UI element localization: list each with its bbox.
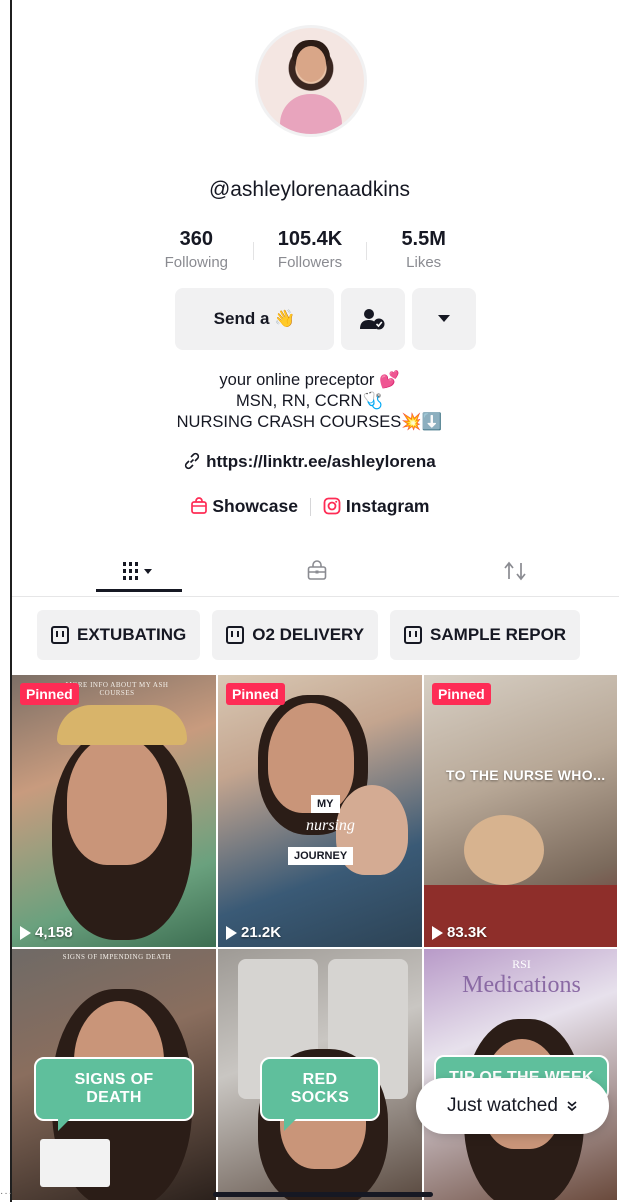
stat-value: 360: [179, 228, 214, 250]
video-person: [67, 735, 167, 865]
stat-label: Following: [164, 254, 229, 271]
double-chevron-down-icon: [567, 1101, 577, 1112]
just-watched-label: Just watched: [447, 1095, 558, 1116]
profile-actions: Send a 👋: [175, 288, 476, 350]
view-count: 83.3K: [432, 924, 487, 941]
avatar-shirt: [280, 94, 342, 134]
instagram-label: Instagram: [345, 496, 430, 516]
link-text: https://linktr.ee/ashleylorena: [206, 452, 436, 471]
person-check-icon: [360, 309, 385, 330]
profile-extra-links: Showcase Instagram: [0, 496, 619, 517]
comment-sticker: [40, 1139, 110, 1187]
playlist-icon: [404, 626, 423, 644]
avatar-face: [296, 46, 326, 82]
playlist-icon: [51, 626, 69, 644]
avatar[interactable]: [255, 25, 367, 137]
video-title: RSI Medications: [424, 957, 617, 999]
playlist-extubating[interactable]: EXTUBATING: [37, 610, 201, 660]
follow-status-button[interactable]: [341, 288, 405, 350]
video-title-small: RSI: [512, 957, 531, 971]
video-thumbnail[interactable]: TO THE NURSE WHO... Pinned 83.3K: [424, 675, 619, 949]
pinned-badge: Pinned: [226, 683, 285, 705]
playlist-label: SAMPLE REPOR: [430, 625, 567, 644]
tabs-divider: [12, 596, 619, 597]
video-title-large: Medications: [462, 972, 581, 998]
links-divider: [309, 497, 311, 516]
profile-bio: your online preceptor 💕 MSN, RN, CCRN🩺 N…: [0, 370, 619, 433]
showcase-link[interactable]: Showcase: [190, 496, 298, 517]
video-caption: SIGNS OF IMPENDING DEATH: [62, 953, 172, 961]
video-tag-script: nursing: [306, 817, 355, 834]
video-mannequin: [464, 815, 544, 885]
playlist-sample-report[interactable]: SAMPLE REPOR: [390, 610, 581, 660]
view-count-text: 4,158: [35, 924, 73, 941]
shopping-bag-icon: [190, 497, 207, 514]
pinned-badge: Pinned: [20, 683, 79, 705]
home-indicator: [213, 1192, 433, 1197]
playlist-label: EXTUBATING: [77, 625, 187, 644]
video-thumbnail[interactable]: RED SOCKS: [218, 949, 424, 1202]
send-label: Send a: [213, 309, 270, 328]
video-thumbnail[interactable]: SIGNS OF IMPENDING DEATH SIGNS OF DEATH: [12, 949, 218, 1202]
showcase-label: Showcase: [212, 496, 298, 516]
tab-private[interactable]: [274, 548, 360, 594]
playlist-icon: [226, 626, 245, 644]
video-bubble-text: RED SOCKS: [260, 1057, 380, 1131]
view-count-text: 83.3K: [447, 924, 488, 941]
playlist-label: O2 DELIVERY: [252, 625, 365, 644]
lock-bag-icon: [307, 560, 327, 580]
stat-label: Likes: [406, 254, 442, 271]
instagram-icon: [323, 497, 341, 515]
just-watched-button[interactable]: Just watched: [416, 1078, 609, 1134]
profile-username: @ashleylorenaadkins: [208, 178, 411, 201]
bio-line-1: your online preceptor 💕: [219, 371, 400, 389]
bio-line-2: MSN, RN, CCRN🩺: [235, 392, 384, 410]
view-count: 21.2K: [226, 924, 281, 941]
stat-following[interactable]: 360 Following: [140, 228, 253, 271]
stat-value: 105.4K: [277, 228, 343, 250]
profile-link[interactable]: https://linktr.ee/ashleylorena: [0, 452, 619, 472]
pinned-badge: Pinned: [432, 683, 491, 705]
view-count-text: 21.2K: [241, 924, 282, 941]
view-count: 4,158: [20, 924, 73, 941]
video-tag: MY: [311, 795, 340, 813]
stat-followers[interactable]: 105.4K Followers: [254, 228, 367, 271]
video-thumbnail[interactable]: MORE INFO ABOUT MY ASH COURSES Pinned 4,…: [12, 675, 218, 949]
video-thumbnail[interactable]: RSI Medications TIP OF THE WEEK: [424, 949, 619, 1202]
repost-icon: [504, 561, 526, 581]
wave-emoji: 👋: [274, 309, 296, 328]
video-bubble-text: SIGNS OF DEATH: [34, 1057, 194, 1131]
play-icon: [226, 925, 237, 940]
stat-value: 5.5M: [401, 228, 446, 250]
profile-stats: 360 Following 105.4K Followers 5.5M Like…: [140, 228, 480, 271]
playlist-row: EXTUBATING O2 DELIVERY SAMPLE REPOR: [37, 610, 581, 660]
active-tab-indicator: [96, 589, 182, 592]
playlist-o2-delivery[interactable]: O2 DELIVERY: [212, 610, 379, 660]
profile-tabs: [12, 548, 619, 594]
play-icon: [20, 925, 31, 940]
grid-icon: [123, 562, 152, 580]
video-thumbnail[interactable]: MY nursing JOURNEY Pinned 21.2K: [218, 675, 424, 949]
stat-label: Followers: [277, 254, 343, 271]
more-options-button[interactable]: [412, 288, 476, 350]
caret-down-icon: [438, 315, 450, 322]
video-tag: JOURNEY: [288, 847, 354, 865]
instagram-link[interactable]: Instagram: [323, 496, 430, 517]
video-caption: TO THE NURSE WHO...: [446, 767, 606, 783]
video-hat: [57, 705, 187, 745]
play-icon: [432, 925, 443, 940]
stat-likes[interactable]: 5.5M Likes: [367, 228, 480, 271]
tab-reposts[interactable]: [472, 548, 558, 594]
bio-line-3: NURSING CRASH COURSES💥⬇️: [176, 413, 443, 431]
send-wave-button[interactable]: Send a 👋: [175, 288, 334, 350]
link-icon: [185, 452, 200, 470]
tab-videos[interactable]: [96, 548, 182, 594]
